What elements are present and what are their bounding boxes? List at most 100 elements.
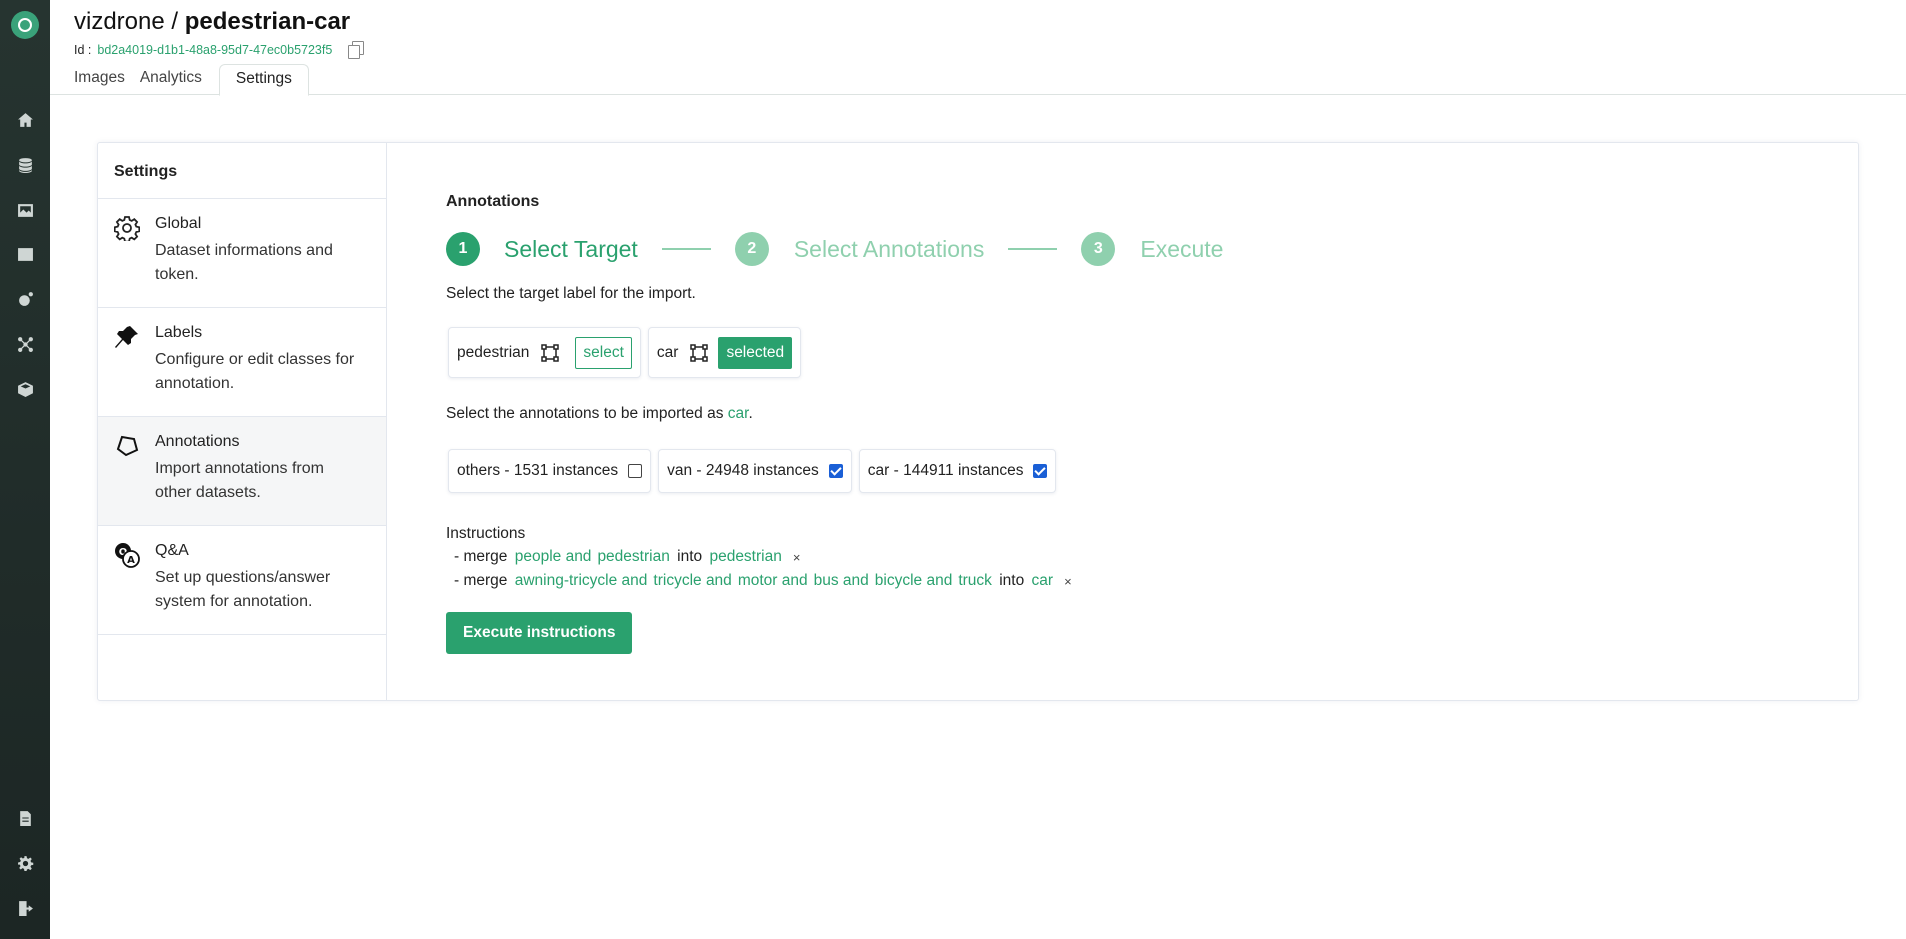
step-connector (1008, 248, 1058, 250)
source-checkbox[interactable] (628, 464, 643, 478)
logout-icon[interactable] (15, 898, 35, 918)
polygon-icon (114, 433, 140, 459)
instruction-source: awning-tricycle and (514, 572, 648, 589)
target-label-list: pedestrian select car selected (448, 327, 802, 378)
instruction-source: truck (958, 572, 992, 589)
step-3-number: 3 (1081, 232, 1116, 266)
instruction-row: - merge awning-tricycle and tricycle and… (454, 571, 1072, 591)
instruction-target: pedestrian (709, 548, 782, 565)
step-3-label: Execute (1140, 235, 1224, 262)
step-1-number: 1 (446, 232, 480, 266)
step-1-label: Select Target (504, 235, 638, 262)
select-target-button[interactable]: select (575, 336, 632, 369)
instruction-source: people and (514, 548, 592, 565)
annotations-panel: Annotations 1 Select Target 2 Select Ann… (436, 143, 1858, 700)
source-label: van - 24948 instances (667, 462, 819, 479)
remove-instruction-icon[interactable]: × (1064, 574, 1072, 589)
sidebar-item-desc: Import annotations from other datasets. (155, 460, 324, 501)
dataset-name: pedestrian-car (184, 8, 351, 35)
import-prompt-text: Select the annotations to be imported as (446, 405, 724, 422)
target-label: car (656, 343, 679, 361)
step-2-number: 2 (734, 232, 769, 266)
instruction-source: pedestrian (597, 548, 670, 565)
step-connector (661, 248, 711, 250)
home-icon[interactable] (15, 110, 35, 130)
target-prompt: Select the target label for the import. (446, 285, 696, 302)
target-chip-pedestrian: pedestrian select (448, 327, 641, 378)
tab-images[interactable]: Images (74, 64, 134, 95)
tab-bar: Images Analytics Settings (74, 64, 315, 96)
import-prompt: Select the annotations to be imported as… (446, 405, 753, 423)
settings-sidebar: Settings Global Dataset informations and… (98, 143, 387, 700)
sidebar-item-annotations[interactable]: Annotations Import annotations from othe… (98, 417, 386, 526)
copy-icon[interactable] (348, 41, 365, 59)
import-prompt-end: . (748, 405, 753, 422)
settings-heading: Settings (98, 143, 386, 199)
instructions-title: Instructions (446, 525, 526, 542)
source-annotation-list: others - 1531 instances van - 24948 inst… (448, 449, 1057, 493)
project-name[interactable]: vizdrone (74, 8, 165, 35)
instruction-source: motor and (737, 572, 808, 589)
instruction-into: into (999, 572, 1025, 589)
source-label: others - 1531 instances (457, 462, 619, 479)
instruction-source: bus and (813, 572, 869, 589)
instruction-prefix: - merge (454, 548, 508, 565)
cube-icon[interactable] (15, 379, 35, 399)
sidebar-item-title: Q&A (155, 542, 189, 559)
page-header: vizdrone / pedestrian-car Id : bd2a4019-… (50, 0, 1906, 96)
target-chip-car: car selected (647, 327, 802, 378)
bounding-box-icon (541, 343, 560, 362)
instruction-into: into (677, 548, 703, 565)
instruction-target: car (1031, 572, 1054, 589)
source-checkbox[interactable] (1033, 464, 1048, 478)
instructions-block: Instructions - merge people and pedestri… (446, 525, 1072, 591)
gear-icon[interactable] (15, 853, 35, 873)
source-chip-van[interactable]: van - 24948 instances (658, 449, 852, 493)
id-label: Id : (74, 42, 92, 57)
document-icon[interactable] (15, 808, 35, 828)
database-icon[interactable] (15, 155, 35, 175)
source-chip-others[interactable]: others - 1531 instances (448, 449, 652, 493)
source-chip-car[interactable]: car - 144911 instances (858, 449, 1057, 493)
sidebar-item-qa[interactable]: QA Q&A Set up questions/answer system fo… (98, 526, 386, 635)
import-target-name: car (727, 405, 749, 422)
sidebar-item-desc: Dataset informations and token. (155, 242, 333, 283)
source-checkbox[interactable] (828, 464, 843, 478)
instruction-row: - merge people and pedestrian into pedes… (454, 547, 1072, 567)
sidebar-item-global[interactable]: Global Dataset informations and token. (98, 199, 386, 308)
sidebar-item-labels[interactable]: Labels Configure or edit classes for ann… (98, 308, 386, 417)
step-2-label: Select Annotations (793, 235, 985, 262)
instruction-prefix: - merge (454, 572, 508, 589)
sidebar-item-title: Global (155, 215, 202, 232)
sidebar-item-desc: Set up questions/answer system for annot… (155, 569, 331, 610)
left-rail (0, 0, 50, 939)
import-stepper: 1 Select Target 2 Select Annotations 3 E… (446, 231, 1223, 267)
target-label: pedestrian (457, 343, 530, 361)
tab-settings[interactable]: Settings (218, 64, 309, 96)
settings-card: Settings Global Dataset informations and… (97, 142, 1859, 701)
network-icon[interactable] (15, 334, 35, 354)
instruction-source: bicycle and (874, 572, 953, 589)
sidebar-item-title: Labels (155, 324, 203, 341)
dataset-id: Id : bd2a4019-d1b1-48a8-95d7-47ec0b5723f… (74, 41, 365, 59)
sidebar-item-title: Annotations (155, 433, 240, 450)
robot-icon[interactable] (15, 289, 35, 309)
qa-icon: QA (114, 542, 140, 568)
gear-icon (113, 215, 141, 243)
source-label: car - 144911 instances (867, 462, 1024, 479)
section-title: Annotations (446, 193, 540, 210)
instruction-source: tricycle and (653, 572, 732, 589)
remove-instruction-icon[interactable]: × (793, 550, 801, 565)
selected-target-button[interactable]: selected (718, 336, 793, 369)
svg-text:A: A (127, 555, 135, 566)
pin-icon (114, 324, 140, 350)
title-separator: / (171, 8, 179, 35)
tab-analytics[interactable]: Analytics (140, 64, 211, 95)
page-title: vizdrone / pedestrian-car (74, 8, 350, 36)
app-logo-icon[interactable] (11, 11, 39, 39)
execute-instructions-button[interactable]: Execute instructions (446, 612, 633, 654)
sidebar-item-desc: Configure or edit classes for annotation… (155, 351, 355, 392)
chart-icon[interactable] (15, 244, 35, 264)
id-value: bd2a4019-d1b1-48a8-95d7-47ec0b5723f5 (97, 42, 333, 57)
image-icon[interactable] (15, 200, 35, 220)
